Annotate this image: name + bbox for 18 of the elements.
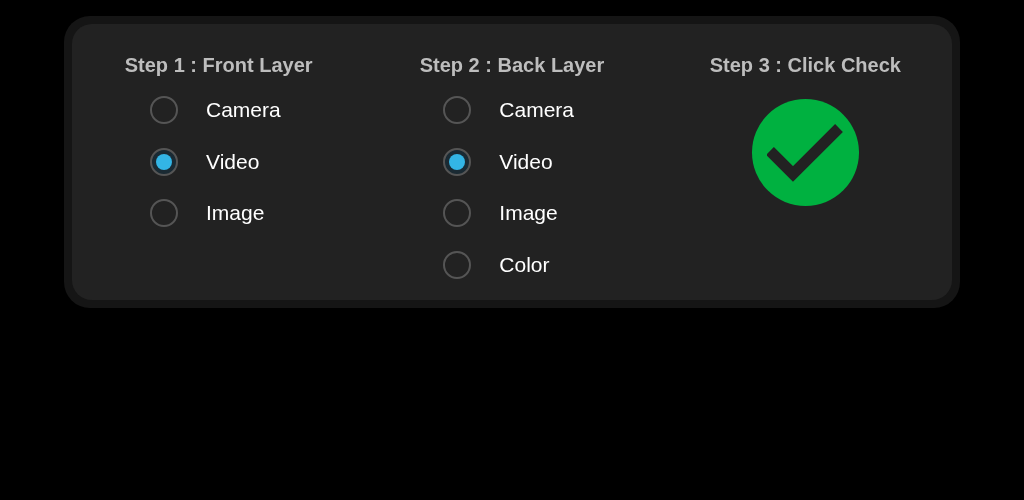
step-title: Step 2 : Back Layer (419, 53, 605, 77)
option-label: Color (499, 251, 550, 278)
option-label: Video (499, 148, 553, 175)
radio-button[interactable] (150, 199, 178, 227)
radio-button[interactable] (443, 250, 472, 279)
radio-button[interactable] (150, 147, 178, 176)
radio-button[interactable] (443, 199, 472, 227)
step-title: Step 3 : Click Check (709, 53, 901, 77)
option-label: Image (206, 200, 265, 227)
step-title: Step 1 : Front Layer (124, 53, 313, 77)
radio-button[interactable] (150, 96, 178, 124)
radio-button[interactable] (443, 147, 472, 176)
option-label: Image (499, 200, 558, 227)
checkmark-icon (767, 123, 844, 182)
option-label: Video (206, 148, 260, 175)
option-label: Camera (206, 97, 281, 124)
radio-button[interactable] (443, 96, 472, 124)
option-label: Camera (499, 97, 575, 124)
